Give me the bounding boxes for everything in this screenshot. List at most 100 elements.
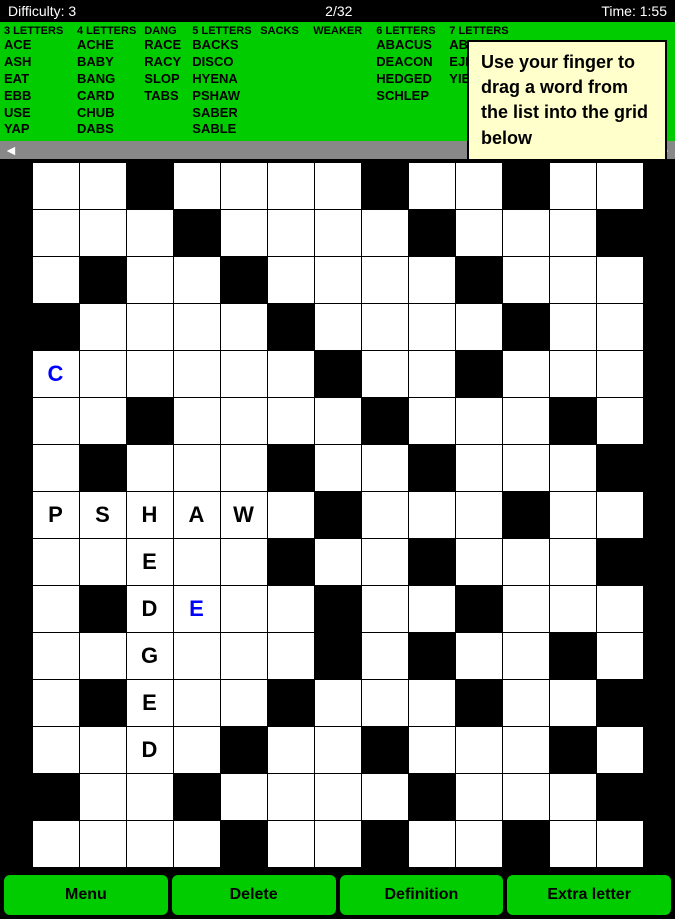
word-item[interactable]: DISCO [192, 54, 252, 71]
grid-cell[interactable] [550, 257, 596, 303]
grid-cell[interactable]: E [174, 586, 220, 632]
grid-cell[interactable] [80, 351, 126, 397]
word-item[interactable]: HEDGED [376, 71, 441, 88]
grid-cell[interactable] [315, 727, 361, 773]
grid-cell[interactable]: A [174, 492, 220, 538]
grid-cell[interactable] [221, 210, 267, 256]
grid-cell[interactable] [127, 821, 173, 867]
grid-cell[interactable] [315, 398, 361, 444]
grid-cell[interactable]: E [127, 539, 173, 585]
word-item[interactable]: ACE [4, 37, 69, 54]
grid-cell[interactable] [597, 492, 643, 538]
grid-cell[interactable] [33, 586, 79, 632]
grid-cell[interactable] [456, 774, 502, 820]
grid-cell[interactable] [550, 539, 596, 585]
grid-cell[interactable] [268, 774, 314, 820]
grid-cell[interactable] [80, 163, 126, 209]
grid-cell[interactable]: E [127, 680, 173, 726]
grid-cell[interactable] [409, 586, 455, 632]
grid-cell[interactable] [268, 398, 314, 444]
word-item[interactable]: EBB [4, 88, 69, 105]
grid-cell[interactable] [33, 257, 79, 303]
grid-cell[interactable] [456, 727, 502, 773]
grid-cell[interactable] [221, 633, 267, 679]
grid-cell[interactable] [33, 445, 79, 491]
grid-cell[interactable]: P [33, 492, 79, 538]
grid-cell[interactable] [315, 680, 361, 726]
grid-cell[interactable] [550, 304, 596, 350]
grid-cell[interactable] [174, 257, 220, 303]
grid-cell[interactable] [174, 351, 220, 397]
grid-cell[interactable] [80, 774, 126, 820]
grid-cell[interactable] [221, 163, 267, 209]
grid-cell[interactable]: H [127, 492, 173, 538]
grid-cell[interactable]: D [127, 586, 173, 632]
grid-cell[interactable] [456, 445, 502, 491]
grid-cell[interactable] [503, 774, 549, 820]
grid-cell[interactable] [268, 633, 314, 679]
extra-letter-button[interactable]: Extra letter [507, 875, 671, 915]
grid-cell[interactable] [503, 680, 549, 726]
grid-cell[interactable] [221, 680, 267, 726]
grid-cell[interactable] [221, 351, 267, 397]
grid-cell[interactable] [268, 727, 314, 773]
grid-cell[interactable] [174, 680, 220, 726]
grid-cell[interactable] [221, 398, 267, 444]
word-item[interactable]: YAP [4, 121, 69, 138]
grid-cell[interactable] [33, 821, 79, 867]
grid-cell[interactable] [362, 492, 408, 538]
grid-cell[interactable] [409, 398, 455, 444]
grid-cell[interactable] [409, 351, 455, 397]
grid-cell[interactable] [456, 304, 502, 350]
grid-cell[interactable] [362, 210, 408, 256]
grid-cell[interactable] [174, 727, 220, 773]
grid-cell[interactable] [127, 304, 173, 350]
grid-cell[interactable] [503, 586, 549, 632]
grid-cell[interactable] [362, 539, 408, 585]
delete-button[interactable]: Delete [172, 875, 336, 915]
grid-cell[interactable] [315, 210, 361, 256]
grid-cell[interactable] [550, 210, 596, 256]
grid-cell[interactable]: G [127, 633, 173, 679]
grid-cell[interactable]: C [33, 351, 79, 397]
grid-cell[interactable] [315, 163, 361, 209]
grid-cell[interactable] [597, 586, 643, 632]
grid-cell[interactable] [33, 210, 79, 256]
grid-cell[interactable] [33, 633, 79, 679]
grid-cell[interactable] [127, 257, 173, 303]
word-item[interactable]: ASH [4, 54, 69, 71]
grid-cell[interactable] [550, 445, 596, 491]
definition-button[interactable]: Definition [340, 875, 504, 915]
grid-cell[interactable] [362, 680, 408, 726]
grid-cell[interactable] [268, 492, 314, 538]
word-item[interactable]: CHUB [77, 105, 136, 122]
grid-cell[interactable] [362, 633, 408, 679]
grid-cell[interactable] [127, 445, 173, 491]
grid-cell[interactable] [409, 821, 455, 867]
grid-cell[interactable] [127, 351, 173, 397]
grid-cell[interactable] [221, 539, 267, 585]
word-item[interactable]: TABS [144, 88, 184, 105]
grid-cell[interactable] [362, 445, 408, 491]
grid-cell[interactable] [174, 445, 220, 491]
grid-cell[interactable] [597, 727, 643, 773]
word-item[interactable]: HYENA [192, 71, 252, 88]
scroll-left-arrow[interactable]: ◄ [4, 142, 18, 158]
grid-cell[interactable]: S [80, 492, 126, 538]
grid-cell[interactable] [268, 821, 314, 867]
word-item[interactable]: BACKS [192, 37, 252, 54]
grid-cell[interactable] [409, 257, 455, 303]
grid-cell[interactable] [597, 821, 643, 867]
grid-cell[interactable] [33, 398, 79, 444]
grid-cell[interactable] [174, 398, 220, 444]
grid-cell[interactable] [268, 210, 314, 256]
grid-cell[interactable] [503, 398, 549, 444]
grid-cell[interactable] [409, 680, 455, 726]
grid-cell[interactable] [503, 257, 549, 303]
word-item[interactable]: SABLE [192, 121, 252, 138]
grid-cell[interactable] [550, 163, 596, 209]
word-item[interactable]: USE [4, 105, 69, 122]
grid-cell[interactable] [550, 492, 596, 538]
grid-cell[interactable] [503, 210, 549, 256]
word-item[interactable]: PSHAW [192, 88, 252, 105]
